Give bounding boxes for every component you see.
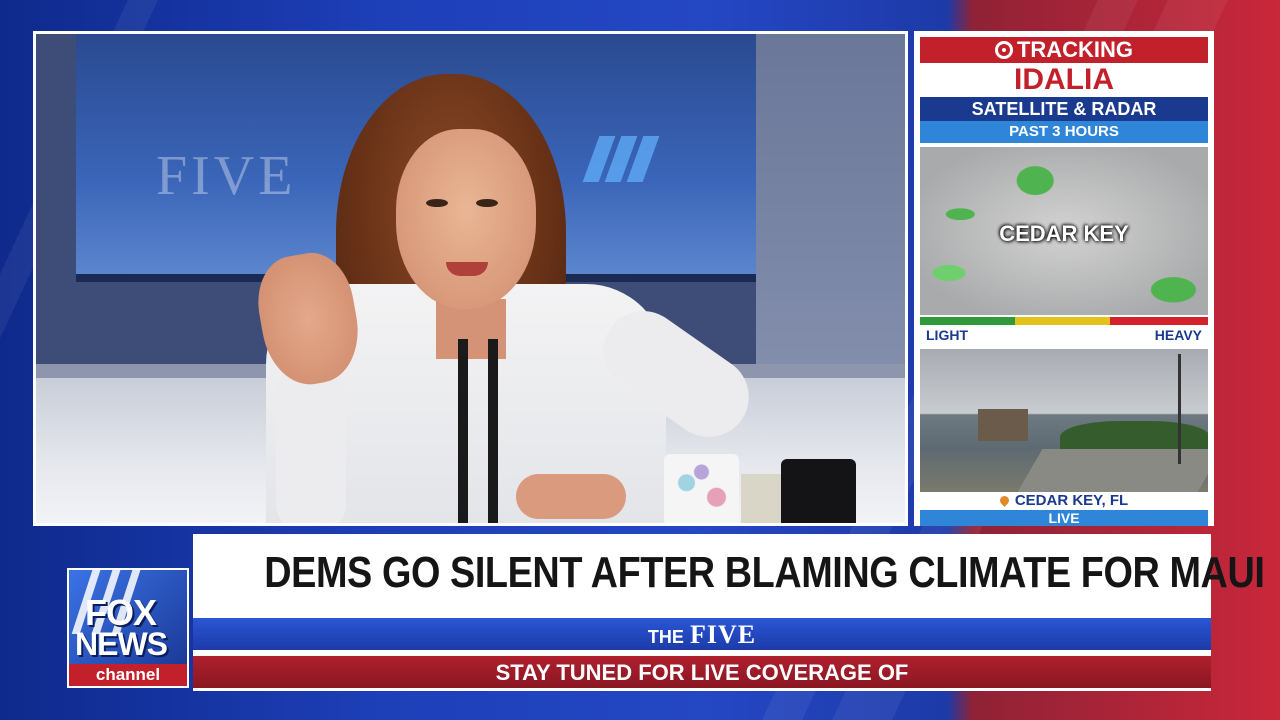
weather-tracker-panel: TRACKING IDALIA SATELLITE & RADAR PAST 3… — [914, 31, 1214, 526]
logo-line-channel: channel — [69, 664, 187, 686]
storm-name: IDALIA — [920, 63, 1208, 97]
host-eye-left — [426, 199, 448, 207]
product-label: SATELLITE & RADAR — [920, 97, 1208, 121]
legend-light-label: LIGHT — [926, 327, 968, 343]
black-mug — [781, 459, 856, 523]
tracking-label: TRACKING — [1016, 37, 1134, 62]
show-name-title: FIVE — [690, 620, 757, 649]
dress-trim-right — [488, 339, 498, 523]
live-badge: LIVE — [920, 510, 1208, 526]
logo-line-news: NEWS — [75, 626, 168, 662]
note-cards — [741, 474, 783, 523]
intensity-legend-labels: LIGHT HEAVY — [920, 325, 1208, 347]
dress-trim-left — [458, 339, 468, 523]
headline-box: DEMS GO SILENT AFTER BLAMING CLIMATE FOR… — [193, 534, 1265, 618]
camera-location-text: CEDAR KEY, FL — [1014, 492, 1129, 509]
white-mug — [664, 454, 739, 523]
host-face — [396, 129, 536, 309]
live-camera-feed — [920, 349, 1208, 492]
host-hand-on-desk — [516, 474, 626, 519]
host-eye-right — [476, 199, 498, 207]
legend-heavy-label: HEAVY — [1154, 327, 1202, 343]
tracking-target-icon — [994, 41, 1013, 59]
camera-location: CEDAR KEY, FL — [920, 492, 1208, 510]
host-arm-left — [276, 364, 346, 523]
backdrop-stripes — [582, 136, 660, 187]
tracking-header: TRACKING — [920, 37, 1208, 63]
show-name: THE FIVE — [193, 620, 1211, 650]
time-window-label: PAST 3 HOURS — [920, 121, 1208, 143]
ticker-edge — [193, 688, 1211, 691]
radar-map: CEDAR KEY — [920, 147, 1208, 315]
main-video-feed: FIVE — [33, 31, 908, 526]
ticker-text: STAY TUNED FOR LIVE COVERAGE OF — [495, 660, 909, 685]
headline: DEMS GO SILENT AFTER BLAMING CLIMATE FOR… — [264, 548, 1265, 597]
show-name-prefix: THE — [647, 627, 684, 647]
camera-utility-pole — [1178, 354, 1181, 464]
show-name-bar: THE FIVE — [193, 618, 1211, 650]
intensity-legend-bar — [920, 317, 1208, 325]
logo-background: FOX NEWS — [69, 570, 187, 664]
radar-map-label: CEDAR KEY — [999, 221, 1129, 246]
network-logo: FOX NEWS channel — [67, 568, 189, 688]
camera-building — [978, 409, 1028, 441]
backdrop-show-text: FIVE — [156, 145, 297, 207]
ticker-bar: STAY TUNED FOR LIVE COVERAGE OF — [193, 656, 1211, 688]
location-pin-icon — [997, 494, 1011, 507]
